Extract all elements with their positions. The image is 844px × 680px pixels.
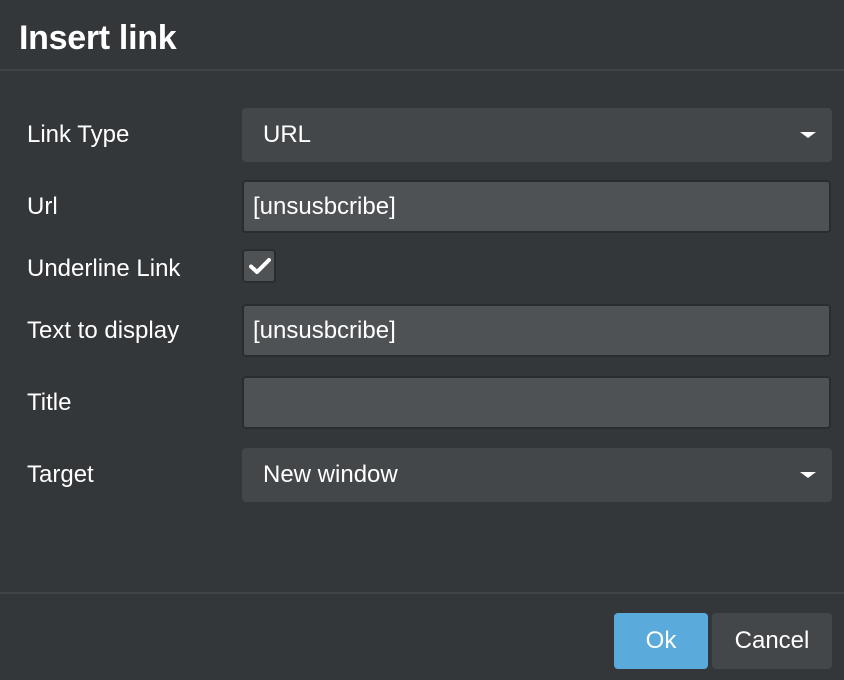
target-value: New window <box>263 461 398 488</box>
target-label: Target <box>27 461 94 488</box>
dialog-header: Insert link <box>0 0 844 71</box>
url-label: Url <box>27 193 58 220</box>
insert-link-dialog: Insert link Link Type URL Url Underline … <box>0 0 844 680</box>
ok-button[interactable]: Ok <box>614 613 708 669</box>
dialog-title: Insert link <box>19 19 177 57</box>
link-type-value: URL <box>263 121 312 148</box>
caret-down-icon <box>800 472 816 478</box>
url-input[interactable] <box>242 180 831 233</box>
text-to-display-label: Text to display <box>27 317 180 344</box>
target-select[interactable]: New window <box>242 448 832 502</box>
text-to-display-input[interactable] <box>242 304 831 357</box>
caret-down-icon <box>800 132 816 138</box>
dialog-body: Link Type URL Url Underline Link Text to… <box>0 71 844 592</box>
link-type-select[interactable]: URL <box>242 108 832 162</box>
dialog-footer: Ok Cancel <box>0 592 844 680</box>
underline-link-checkbox[interactable] <box>242 249 276 283</box>
title-input[interactable] <box>242 376 831 429</box>
title-label: Title <box>27 389 72 416</box>
checkmark-icon <box>249 258 271 274</box>
link-type-label: Link Type <box>27 121 130 148</box>
cancel-button[interactable]: Cancel <box>712 613 832 669</box>
underline-link-label: Underline Link <box>27 255 181 282</box>
